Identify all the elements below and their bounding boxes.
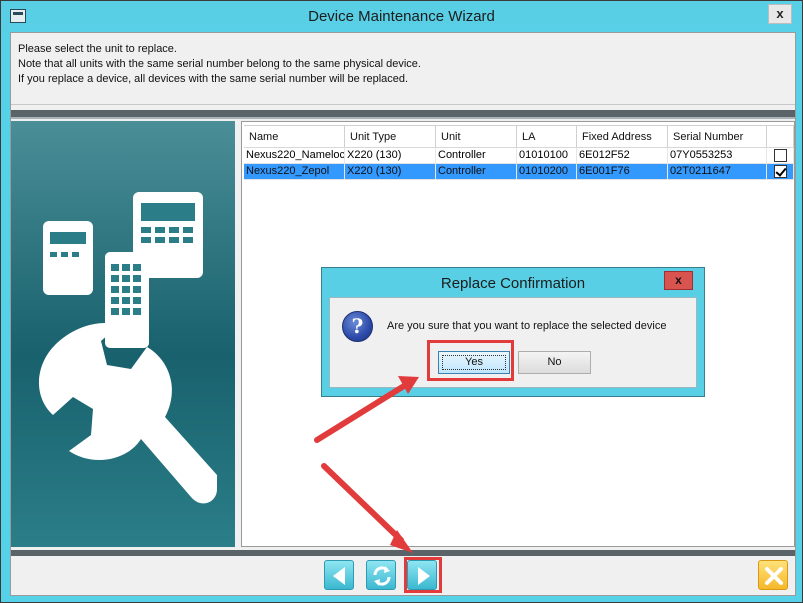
cell-select (767, 148, 794, 164)
column-header-unit[interactable]: Unit (436, 125, 517, 147)
no-button[interactable]: No (518, 351, 591, 374)
cell-unit-type: X220 (130) (345, 148, 436, 164)
wizard-side-illustration (11, 121, 235, 547)
cell-la: 01010100 (517, 148, 577, 164)
devices-wrench-icon (38, 192, 218, 504)
device-table: Name Unit Type Unit LA Fixed Address Ser… (244, 125, 794, 180)
cell-unit: Controller (436, 148, 517, 164)
row-checkbox[interactable] (774, 165, 787, 178)
arrow-left-icon (333, 567, 345, 585)
column-header-la[interactable]: LA (517, 125, 577, 147)
instruction-line: If you replace a device, all devices wit… (18, 73, 409, 85)
column-header-select[interactable] (767, 125, 794, 147)
column-header-unit-type[interactable]: Unit Type (345, 125, 436, 147)
cell-fixed-address: 6E001F76 (577, 164, 668, 180)
column-header-fixed-address[interactable]: Fixed Address (577, 125, 668, 147)
back-button[interactable] (324, 560, 354, 590)
dialog-title: Replace Confirmation (440, 275, 586, 292)
close-x-icon (765, 567, 783, 585)
yes-button-highlight (427, 340, 514, 381)
next-button-highlight (404, 557, 442, 593)
table-row[interactable]: Nexus220_Zepol X220 (130) Controller 010… (244, 164, 794, 180)
table-row[interactable]: Nexus220_Nameloc X220 (130) Controller 0… (244, 148, 794, 164)
window-close-button[interactable]: x (768, 4, 792, 24)
cell-unit: Controller (436, 164, 517, 180)
instructions: Please select the unit to replace. Note … (18, 42, 421, 87)
header-band (11, 110, 795, 119)
question-icon: ? (342, 311, 373, 342)
column-header-name[interactable]: Name (244, 125, 345, 147)
window-title: Device Maintenance Wizard (308, 8, 495, 25)
footer-band (11, 550, 795, 556)
dialog-close-button[interactable]: x (664, 271, 693, 290)
dialog-message: Are you sure that you want to replace th… (387, 320, 667, 332)
instruction-line: Please select the unit to replace. (18, 43, 177, 55)
cell-fixed-address: 6E012F52 (577, 148, 668, 164)
row-checkbox[interactable] (774, 149, 787, 162)
cell-unit-type: X220 (130) (345, 164, 436, 180)
column-header-serial-number[interactable]: Serial Number (668, 125, 767, 147)
refresh-button[interactable] (366, 560, 396, 590)
table-header: Name Unit Type Unit LA Fixed Address Ser… (244, 125, 794, 148)
wizard-footer (11, 557, 795, 595)
refresh-icon (373, 566, 391, 586)
cell-name: Nexus220_Zepol (244, 164, 345, 180)
cancel-button[interactable] (758, 560, 788, 590)
cell-serial-number: 07Y0553253 (668, 148, 767, 164)
cell-name: Nexus220_Nameloc (244, 148, 345, 164)
cell-serial-number: 02T0211647 (668, 164, 767, 180)
divider (11, 104, 795, 105)
instruction-line: Note that all units with the same serial… (18, 58, 421, 70)
title-bar[interactable]: Device Maintenance Wizard x (1, 1, 802, 31)
cell-la: 01010200 (517, 164, 577, 180)
cell-select (767, 164, 794, 180)
